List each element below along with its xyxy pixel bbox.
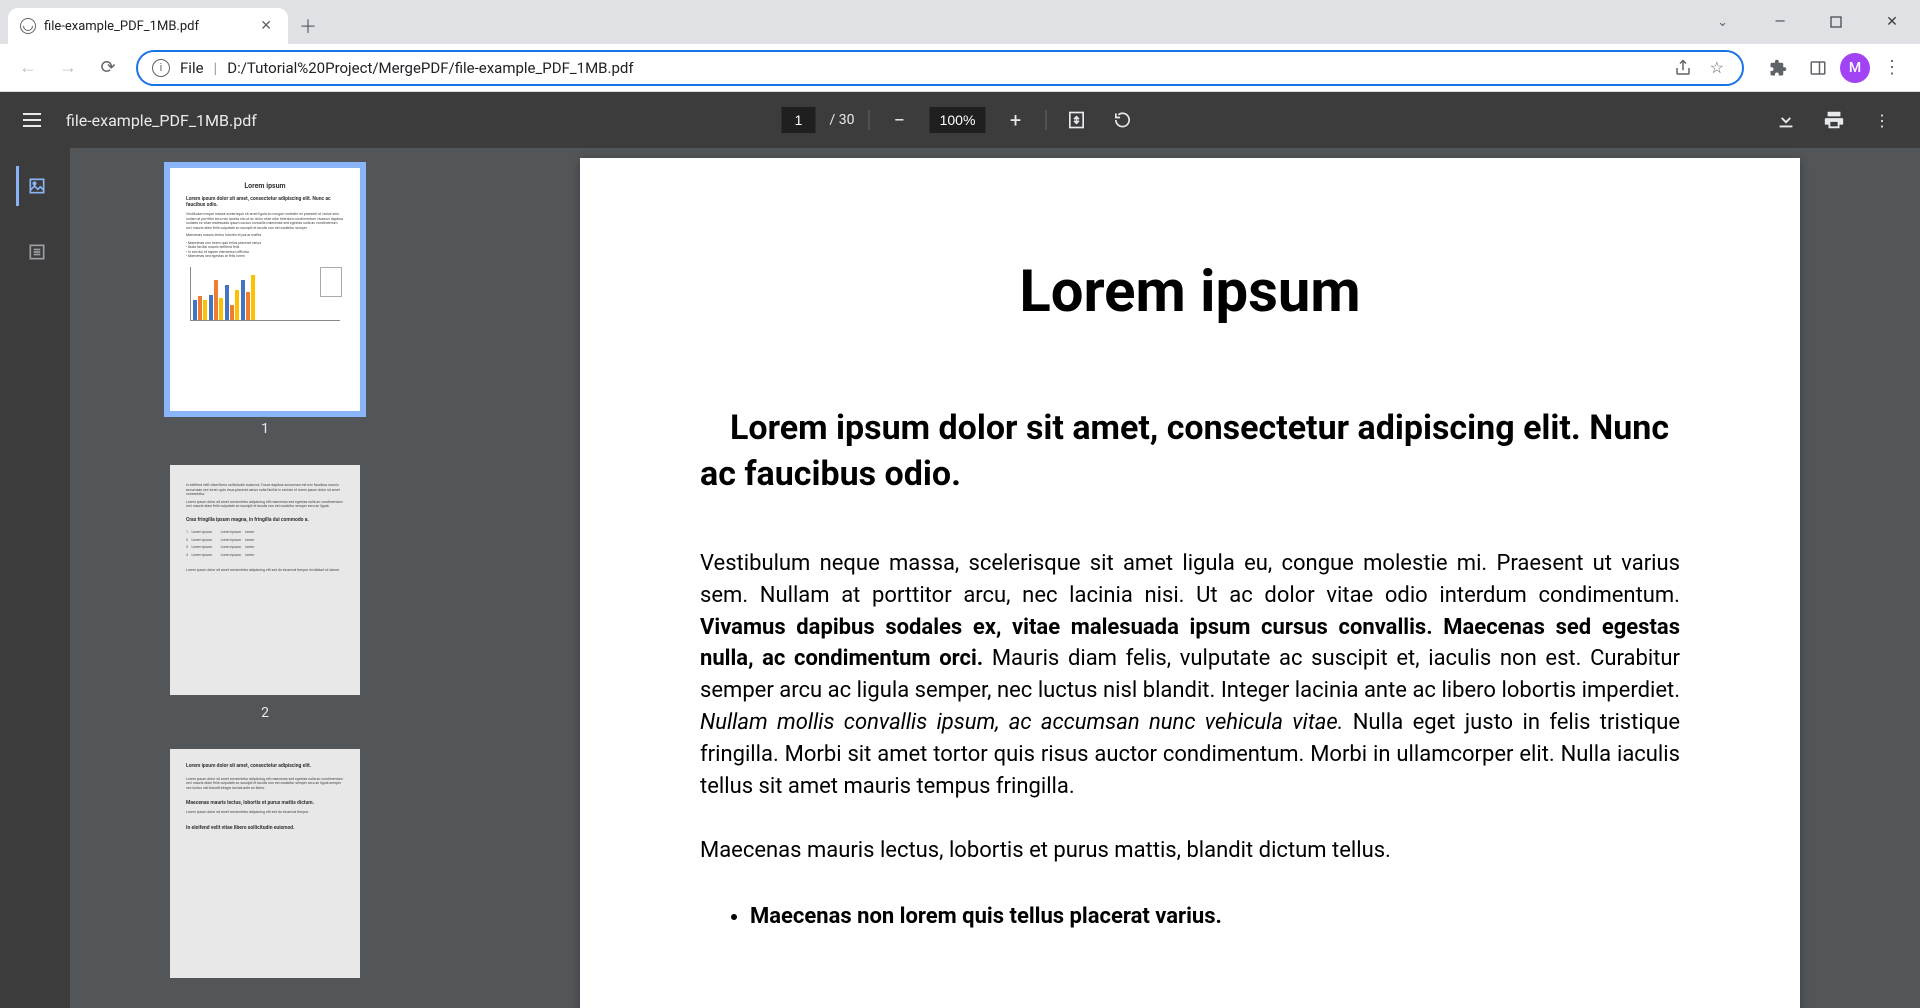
page-title: Lorem ipsum	[700, 258, 1680, 326]
maximize-button[interactable]	[1808, 4, 1864, 40]
pdf-viewer-body: Lorem ipsum Lorem ipsum dolor sit amet, …	[0, 148, 1920, 1008]
thumb-paragraph: Lorem ipsum dolor sit amet consectetur a…	[186, 500, 344, 509]
hamburger-menu-icon[interactable]	[12, 100, 52, 140]
tab-title: file-example_PDF_1MB.pdf	[44, 19, 248, 34]
minimize-button[interactable]: —	[1752, 4, 1808, 40]
thumb-chart-legend	[320, 267, 342, 297]
thumb-heading: Cras fringilla ipsum magna, in fringilla…	[186, 517, 344, 523]
pdf-page-1: Lorem ipsum Lorem ipsum dolor sit amet, …	[580, 158, 1800, 1008]
thumb-heading: In eleifend velit vitae libero sollicitu…	[186, 825, 344, 831]
reload-button[interactable]: ⟳	[90, 50, 126, 86]
close-window-button[interactable]: ✕	[1864, 4, 1920, 40]
zoom-in-button[interactable]: +	[1000, 104, 1032, 136]
url-scheme: File	[180, 59, 204, 77]
thumb-subtitle: Lorem ipsum dolor sit amet, consectetur …	[186, 196, 344, 208]
thumb-paragraph: Vestibulum neque massa scelerisque sit a…	[186, 212, 344, 230]
thumb-paragraph: Maecenas mauris lectus lobortis et purus…	[186, 233, 344, 238]
thumb-chart	[190, 267, 340, 321]
thumbnails-tab-icon[interactable]	[16, 166, 56, 206]
thumbnail-page-1[interactable]: Lorem ipsum Lorem ipsum dolor sit amet, …	[170, 168, 360, 411]
page-subtitle: Lorem ipsum dolor sit amet, consectetur …	[700, 406, 1680, 498]
sidepanel-icon[interactable]	[1800, 50, 1836, 86]
rotate-icon[interactable]	[1107, 104, 1139, 136]
share-icon[interactable]	[1670, 59, 1696, 77]
thumb-title: Lorem ipsum	[178, 182, 352, 190]
thumb-paragraph: Lorem ipsum dolor sit amet consectetur a…	[186, 777, 344, 791]
browser-tab-active[interactable]: file-example_PDF_1MB.pdf ✕	[8, 8, 288, 44]
pdf-toolbar-right: ⋮	[1770, 104, 1908, 136]
thumbnail-page-3[interactable]: Lorem ipsum dolor sit amet, consectetur …	[170, 749, 360, 978]
bookmark-star-icon[interactable]: ☆	[1706, 58, 1728, 77]
separator	[1046, 110, 1047, 130]
browser-right-icons: M ⋮	[1754, 50, 1910, 86]
paragraph-2: Maecenas mauris lectus, lobortis et puru…	[700, 835, 1680, 867]
close-tab-icon[interactable]: ✕	[256, 16, 276, 36]
chrome-menu-icon[interactable]: ⋮	[1874, 50, 1910, 86]
fit-to-page-icon[interactable]	[1061, 104, 1093, 136]
outline-tab-icon[interactable]	[16, 232, 56, 272]
pdf-more-menu-icon[interactable]: ⋮	[1866, 104, 1898, 136]
site-info-icon[interactable]: i	[152, 59, 170, 77]
maximize-icon	[1830, 16, 1842, 28]
back-button[interactable]: ←	[10, 50, 46, 86]
thumb-paragraph: Lorem ipsum dolor sit amet consectetur a…	[186, 810, 344, 815]
browser-toolbar: ← → ⟳ i File | D:/Tutorial%20Project/Mer…	[0, 44, 1920, 92]
extensions-icon[interactable]	[1760, 50, 1796, 86]
pdf-sidebar-rail	[0, 148, 70, 1008]
profile-avatar[interactable]: M	[1840, 53, 1870, 83]
bullet-list: Maecenas non lorem quis tellus placerat …	[750, 899, 1680, 934]
thumbnail-panel[interactable]: Lorem ipsum Lorem ipsum dolor sit amet, …	[70, 148, 460, 1008]
thumb-paragraph: Lorem ipsum dolor sit amet consectetur a…	[186, 568, 344, 573]
forward-button[interactable]: →	[50, 50, 86, 86]
print-icon[interactable]	[1818, 104, 1850, 136]
paragraph-1: Vestibulum neque massa, scelerisque sit …	[700, 548, 1680, 803]
separator	[869, 110, 870, 130]
pdf-page-area[interactable]: Lorem ipsum Lorem ipsum dolor sit amet, …	[460, 148, 1920, 1008]
download-icon[interactable]	[1770, 104, 1802, 136]
thumb-paragraph: In eleifend velit vitae libero sollicitu…	[186, 483, 344, 497]
bullet-item: Maecenas non lorem quis tellus placerat …	[750, 899, 1680, 934]
thumb-heading: Lorem ipsum dolor sit amet, consectetur …	[186, 763, 344, 769]
pdf-toolbar-center: / 30 − +	[782, 104, 1139, 136]
thumbnail-label: 2	[261, 705, 269, 721]
tab-search-icon[interactable]: ⌄	[1703, 7, 1742, 38]
url-separator: |	[214, 59, 218, 77]
window-controls: ⌄ — ✕	[1703, 0, 1920, 44]
zoom-out-button[interactable]: −	[884, 104, 916, 136]
url-path: D:/Tutorial%20Project/MergePDF/file-exam…	[227, 59, 1659, 77]
browser-tab-strip: file-example_PDF_1MB.pdf ✕ ＋ ⌄ — ✕	[0, 0, 1920, 44]
page-number-input[interactable]	[782, 107, 816, 133]
thumb-table: 1 Lorem ipsum Lorem ipsum lorem2 Lorem i…	[186, 529, 344, 560]
thumbnail-label: 1	[261, 421, 269, 437]
thumb-heading: Maecenas mauris lectus, lobortis et puru…	[186, 800, 344, 806]
pdf-toolbar: file-example_PDF_1MB.pdf / 30 − + ⋮	[0, 92, 1920, 148]
new-tab-button[interactable]: ＋	[294, 12, 322, 40]
thumbnail-page-2[interactable]: In eleifend velit vitae libero sollicitu…	[170, 465, 360, 694]
pdf-filename: file-example_PDF_1MB.pdf	[66, 111, 257, 130]
globe-icon	[20, 18, 36, 34]
thumb-list: • Maecenas non lorem quis tellus placera…	[186, 241, 344, 259]
zoom-level-input[interactable]	[930, 107, 986, 133]
page-count-label: / 30	[830, 112, 855, 128]
address-bar[interactable]: i File | D:/Tutorial%20Project/MergePDF/…	[136, 50, 1744, 86]
